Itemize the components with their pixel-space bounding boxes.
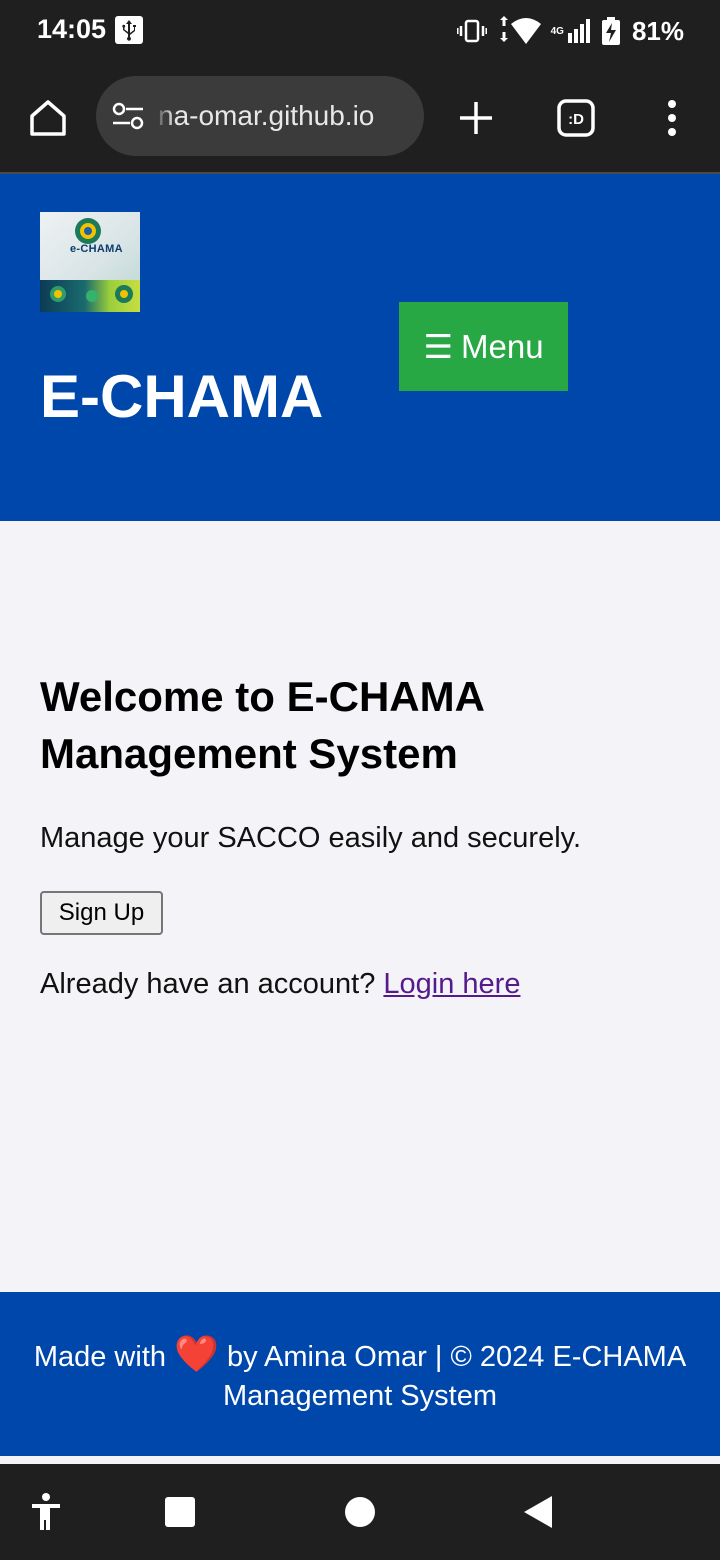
browser-toolbar: na-omar.github.io :D: [0, 64, 720, 174]
sign-up-button[interactable]: Sign Up: [40, 891, 163, 935]
logo-strip: [40, 280, 140, 312]
recents-button[interactable]: [158, 1490, 202, 1534]
login-prompt: Already have an account? Login here: [40, 968, 520, 1001]
system-nav-bar: [0, 1464, 720, 1560]
logo-badges-icon: [50, 285, 133, 303]
vibrate-icon: [456, 19, 487, 43]
site-title: E-CHAMA: [40, 363, 324, 430]
usb-icon: [115, 16, 143, 44]
battery-charging-icon: [601, 17, 620, 45]
accessibility-button[interactable]: [24, 1490, 68, 1534]
tab-switcher-button[interactable]: :D: [552, 94, 600, 142]
footer-credit: by Amina Omar | © 2024 E-CHAMA Managemen…: [222, 1341, 687, 1412]
plus-icon: [460, 102, 492, 134]
login-prompt-text: Already have an account?: [40, 968, 376, 1000]
logo-emblem-icon: [75, 218, 101, 244]
wifi-icon: [499, 16, 541, 44]
menu-label: Menu: [461, 327, 544, 365]
battery-percent: 81%: [631, 15, 684, 46]
tabs-icon: :D: [557, 99, 595, 137]
home-button[interactable]: [24, 94, 72, 142]
more-options-button[interactable]: [648, 94, 696, 142]
home-circle-icon: [345, 1497, 375, 1527]
login-link[interactable]: Login here: [383, 968, 520, 1000]
site-footer: Made with ❤️ by Amina Omar | © 2024 E-CH…: [0, 1292, 720, 1456]
clock: 14:05: [37, 14, 107, 44]
address-bar[interactable]: na-omar.github.io: [96, 76, 424, 156]
back-triangle-icon: [524, 1496, 552, 1528]
url-text: na-omar.github.io: [158, 100, 375, 131]
tab-count: :D: [568, 111, 584, 128]
footer-made-with: Made with: [33, 1341, 166, 1373]
signal-icon: [567, 19, 590, 43]
recents-square-icon: [165, 1497, 195, 1527]
site-logo: e-CHAMA: [40, 212, 140, 312]
home-icon: [30, 100, 66, 136]
site-settings-icon[interactable]: [112, 102, 144, 130]
more-vert-icon: [668, 100, 676, 136]
logo-wordmark: e-CHAMA: [70, 243, 123, 255]
url-fade: [154, 76, 174, 156]
new-tab-button[interactable]: [452, 94, 500, 142]
system-home-button[interactable]: [338, 1490, 382, 1534]
status-bar: 14:05 4G 81%: [0, 0, 720, 64]
menu-button[interactable]: ☰ Menu: [399, 302, 568, 391]
network-label: 4G: [550, 25, 564, 37]
site-header: e-CHAMA ☰ Menu E-CHAMA: [0, 174, 720, 521]
hamburger-icon: ☰: [423, 328, 454, 365]
welcome-heading: Welcome to E-CHAMA Management System: [40, 673, 484, 777]
accessibility-icon: [32, 1493, 60, 1530]
footer-text: Made with ❤️ by Amina Omar | © 2024 E-CH…: [0, 1334, 720, 1416]
heart-icon: ❤️: [174, 1333, 219, 1374]
tagline: Manage your SACCO easily and securely.: [40, 822, 582, 854]
back-button[interactable]: [516, 1490, 560, 1534]
